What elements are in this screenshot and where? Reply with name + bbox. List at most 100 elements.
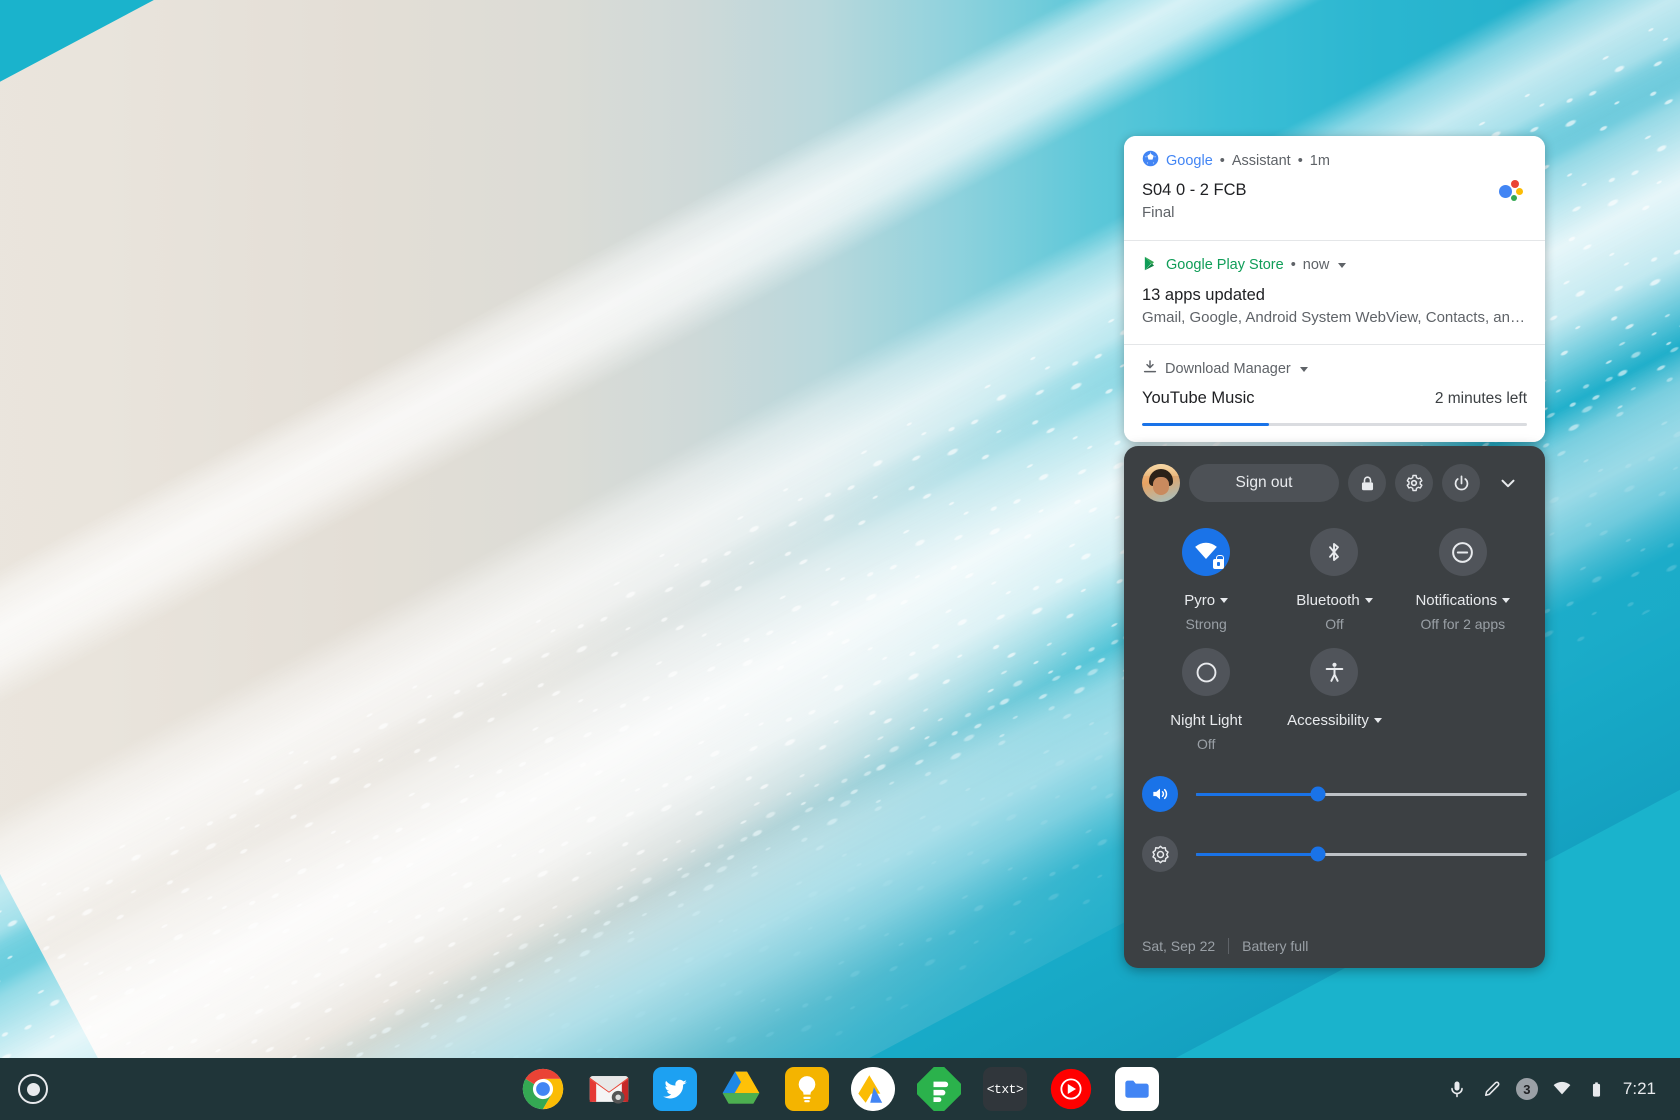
toggle-accessibility[interactable]: Accessibility: [1270, 648, 1398, 752]
toggle-label: Notifications: [1415, 592, 1510, 609]
brightness-slider[interactable]: [1196, 853, 1527, 856]
google-drive-icon: [719, 1067, 763, 1111]
toggle-state: Off: [1197, 736, 1215, 752]
tray-footer: Sat, Sep 22 Battery full: [1142, 938, 1527, 954]
power-icon: [1452, 474, 1471, 493]
brightness-slider-thumb[interactable]: [1311, 847, 1326, 862]
notification-time: 1m: [1310, 153, 1330, 169]
volume-slider-row: [1142, 776, 1527, 812]
accessibility-toggle-circle[interactable]: [1310, 648, 1358, 696]
night-light-icon: [1194, 660, 1219, 685]
bluetooth-toggle-circle[interactable]: [1310, 528, 1358, 576]
volume-slider-thumb[interactable]: [1311, 787, 1326, 802]
notification-app-name: Google Play Store: [1166, 257, 1284, 273]
toggle-label: Night Light: [1170, 712, 1242, 729]
gmail-icon: [587, 1067, 631, 1111]
chevron-down-icon[interactable]: [1502, 598, 1510, 603]
text-editor-label: <txt>: [987, 1082, 1024, 1097]
chevron-down-icon: [1497, 472, 1519, 494]
wifi-toggle-circle[interactable]: [1182, 528, 1230, 576]
youtube-music-icon: [1049, 1067, 1093, 1111]
wifi-icon[interactable]: [1551, 1078, 1573, 1100]
notification-header: Download Manager: [1142, 359, 1527, 379]
shelf-item-twitter[interactable]: [653, 1067, 697, 1111]
lock-button[interactable]: [1348, 464, 1386, 502]
tray-header: Sign out: [1142, 464, 1527, 502]
chevron-down-icon[interactable]: [1338, 263, 1346, 268]
power-button[interactable]: [1442, 464, 1480, 502]
feedly-icon: [917, 1067, 961, 1111]
tray-date[interactable]: Sat, Sep 22: [1142, 938, 1215, 954]
toggle-state: Off: [1325, 616, 1343, 632]
tray-battery-status[interactable]: Battery full: [1242, 938, 1308, 954]
toggle-label: Bluetooth: [1296, 592, 1372, 609]
shelf-item-feedly[interactable]: [917, 1067, 961, 1111]
notification-app-name: Download Manager: [1165, 361, 1291, 377]
clock[interactable]: 7:21: [1623, 1079, 1656, 1099]
notification-count-badge[interactable]: 3: [1516, 1078, 1538, 1100]
toggle-label: Accessibility: [1287, 712, 1382, 729]
shelf-item-gmail[interactable]: [587, 1067, 631, 1111]
system-tray-menu: Sign out: [1124, 446, 1545, 968]
notification-header: Google Play Store • now: [1142, 255, 1527, 276]
brightness-slider-row: [1142, 836, 1527, 872]
avatar[interactable]: [1142, 464, 1180, 502]
chevron-down-icon[interactable]: [1300, 367, 1308, 372]
toggle-notifications[interactable]: Notifications Off for 2 apps: [1399, 528, 1527, 632]
sign-out-button[interactable]: Sign out: [1189, 464, 1339, 502]
notification-download-manager[interactable]: Download Manager YouTube Music 2 minutes…: [1124, 344, 1545, 441]
status-area[interactable]: 3 7:21: [1436, 1067, 1666, 1111]
night-light-toggle-circle[interactable]: [1182, 648, 1230, 696]
brightness-icon[interactable]: [1142, 836, 1178, 872]
bluetooth-icon: [1322, 540, 1346, 564]
shelf-item-google-drive[interactable]: [719, 1067, 763, 1111]
shelf: <txt> 3: [0, 1058, 1680, 1120]
launcher-button[interactable]: [18, 1074, 48, 1104]
chevron-down-icon[interactable]: [1220, 598, 1228, 603]
shelf-item-youtube-music[interactable]: [1049, 1067, 1093, 1111]
twitter-icon: [653, 1067, 697, 1111]
notification-title: 13 apps updated: [1142, 285, 1527, 306]
shelf-item-chrome[interactable]: [521, 1067, 565, 1111]
footer-divider: [1228, 938, 1229, 954]
download-time-left: 2 minutes left: [1435, 390, 1527, 408]
toggle-label: Pyro: [1184, 592, 1228, 609]
lock-badge-icon: [1213, 559, 1224, 569]
chevron-down-icon[interactable]: [1374, 718, 1382, 723]
shelf-item-files[interactable]: [1115, 1067, 1159, 1111]
download-progress-fill: [1142, 423, 1269, 426]
quick-settings-row-1: Pyro Strong Bluetooth Off: [1142, 528, 1527, 632]
chrome-icon: [521, 1067, 565, 1111]
gear-icon: [1404, 473, 1424, 493]
toggle-state: Strong: [1186, 616, 1227, 632]
notification-separator: •: [1220, 153, 1225, 169]
notification-subtitle: Gmail, Google, Android System WebView, C…: [1142, 308, 1527, 328]
notification-header: Google • Assistant • 1m: [1142, 150, 1527, 171]
google-adsense-icon: [851, 1067, 895, 1111]
accessibility-icon: [1322, 660, 1347, 685]
google-keep-icon: [785, 1067, 829, 1111]
notification-assistant[interactable]: Google • Assistant • 1m S04 0 - 2 FCB Fi…: [1124, 136, 1545, 240]
stylus-icon[interactable]: [1481, 1078, 1503, 1100]
notifications-toggle-circle[interactable]: [1439, 528, 1487, 576]
toggle-bluetooth[interactable]: Bluetooth Off: [1270, 528, 1398, 632]
toggle-placeholder: [1399, 648, 1527, 752]
microphone-icon[interactable]: [1446, 1078, 1468, 1100]
collapse-button[interactable]: [1489, 464, 1527, 502]
shelf-item-text-editor[interactable]: <txt>: [983, 1067, 1027, 1111]
toggle-night-light[interactable]: Night Light Off: [1142, 648, 1270, 752]
play-store-icon: [1142, 255, 1159, 276]
shelf-item-google-keep[interactable]: [785, 1067, 829, 1111]
battery-icon[interactable]: [1586, 1078, 1608, 1100]
toggle-wifi[interactable]: Pyro Strong: [1142, 528, 1270, 632]
notification-play-store[interactable]: Google Play Store • now 13 apps updated …: [1124, 240, 1545, 345]
settings-button[interactable]: [1395, 464, 1433, 502]
files-icon: [1117, 1069, 1157, 1109]
assistant-icon: [1499, 180, 1525, 206]
shelf-item-google-adsense[interactable]: [851, 1067, 895, 1111]
chevron-down-icon[interactable]: [1365, 598, 1373, 603]
volume-slider[interactable]: [1196, 793, 1527, 796]
notification-subtitle: Final: [1142, 203, 1527, 223]
volume-icon[interactable]: [1142, 776, 1178, 812]
toggle-state: Off for 2 apps: [1421, 616, 1506, 632]
